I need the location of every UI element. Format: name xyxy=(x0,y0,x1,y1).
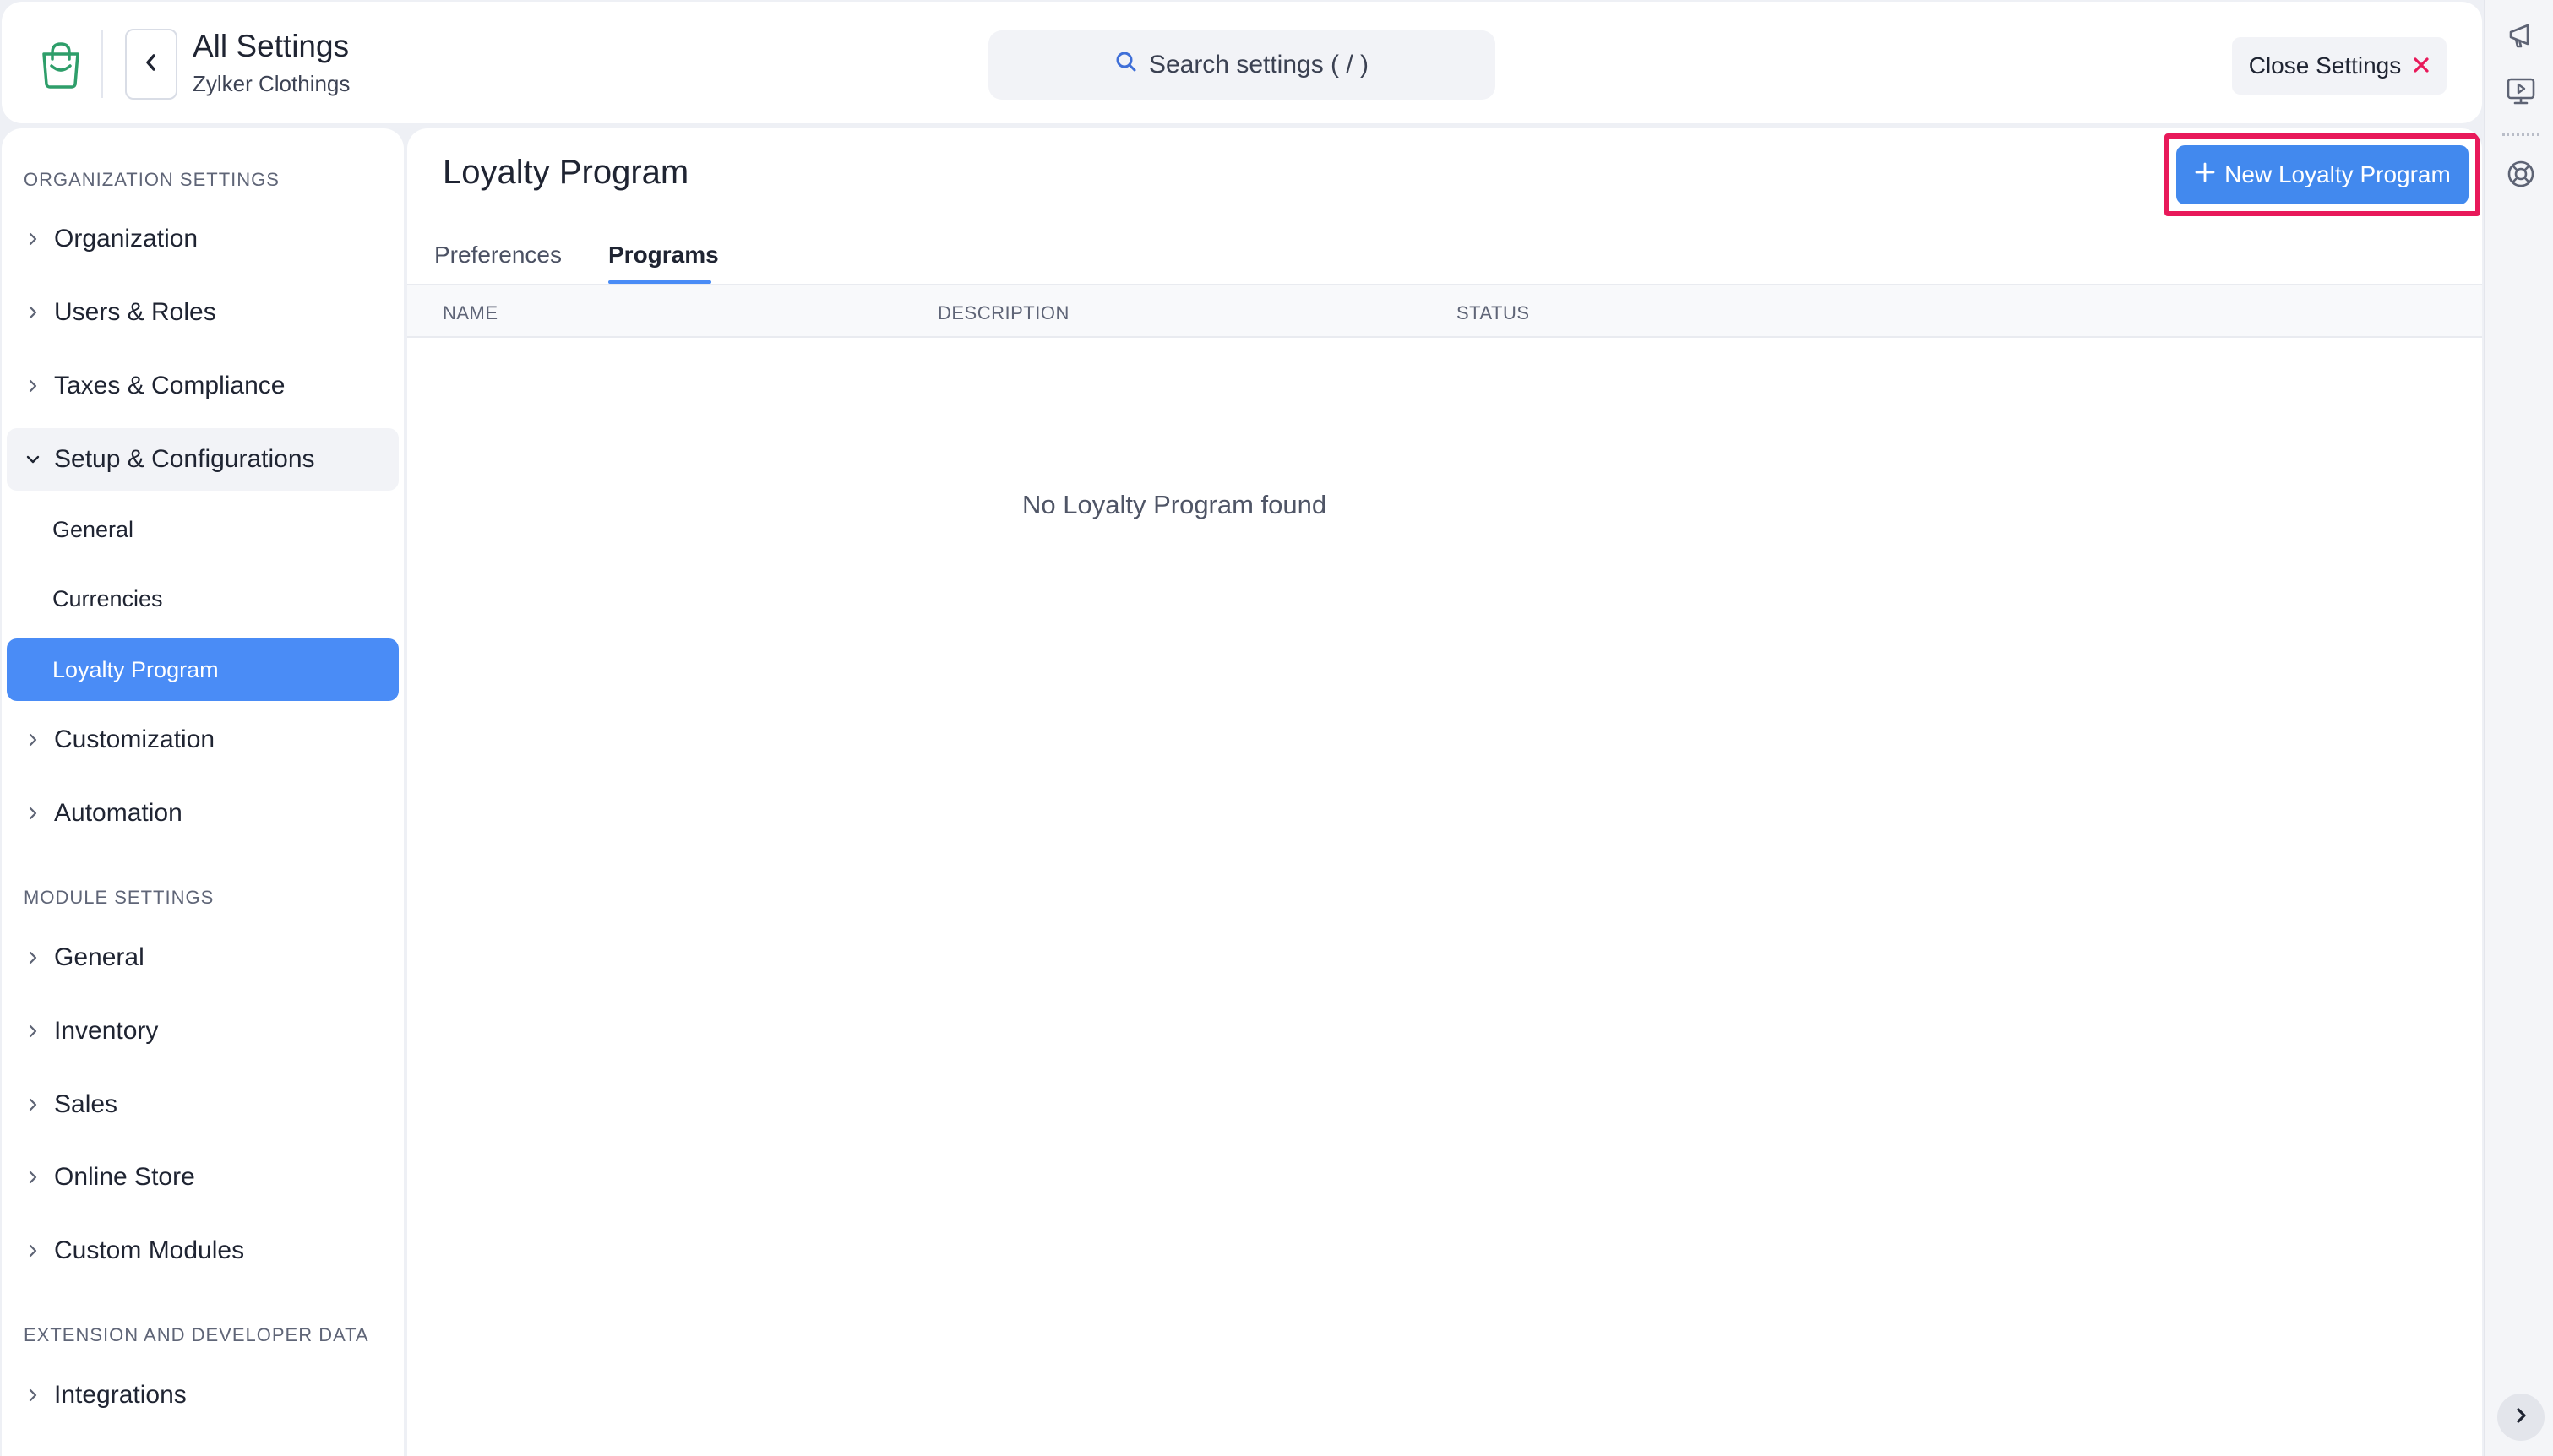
sidebar-item-label: Organization xyxy=(54,225,199,253)
column-header-status[interactable]: STATUS xyxy=(1456,302,1530,324)
chevron-down-icon xyxy=(7,452,54,467)
chevron-right-icon xyxy=(7,1170,54,1185)
column-header-description[interactable]: DESCRIPTION xyxy=(938,302,1070,324)
sidebar-item-label: Sales xyxy=(54,1090,118,1118)
chevron-right-icon xyxy=(7,806,54,821)
chevron-right-icon xyxy=(2515,1407,2527,1428)
top-header: All Settings Zylker Clothings Search set… xyxy=(2,2,2482,123)
main-content: Loyalty Program New Loyalty Program Pref… xyxy=(407,128,2482,1456)
sidebar-item-label: Customization xyxy=(54,725,215,753)
sidebar-item-customization[interactable]: Customization xyxy=(7,709,399,771)
section-heading-organization: ORGANIZATION SETTINGS xyxy=(24,169,280,190)
rail-divider xyxy=(2502,133,2539,136)
close-settings-button[interactable]: Close Settings xyxy=(2232,37,2447,95)
sidebar-item-label: Users & Roles xyxy=(54,298,216,326)
page-title: Loyalty Program xyxy=(443,154,689,191)
sidebar-item-taxes-compliance[interactable]: Taxes & Compliance xyxy=(7,355,399,417)
sidebar-item-label: Setup & Configurations xyxy=(54,445,315,473)
search-input[interactable]: Search settings ( / ) xyxy=(988,30,1495,100)
sidebar-item-integrations[interactable]: Integrations xyxy=(7,1364,399,1426)
chevron-right-icon xyxy=(7,1097,54,1112)
back-button[interactable] xyxy=(125,29,177,100)
new-loyalty-program-button[interactable]: New Loyalty Program xyxy=(2176,145,2469,204)
sidebar-subitem-currencies[interactable]: Currencies xyxy=(7,568,399,630)
sidebar-item-label: General xyxy=(54,943,144,971)
sidebar-item-online-store[interactable]: Online Store xyxy=(7,1146,399,1209)
video-tutorial-icon[interactable] xyxy=(2504,74,2538,108)
expand-rail-button[interactable] xyxy=(2497,1394,2545,1441)
chevron-right-icon xyxy=(7,305,54,320)
announcement-icon[interactable] xyxy=(2504,19,2538,52)
sidebar-item-users-roles[interactable]: Users & Roles xyxy=(7,281,399,344)
sidebar-item-custom-modules[interactable]: Custom Modules xyxy=(7,1220,399,1282)
sidebar-item-label: Automation xyxy=(54,799,182,827)
close-settings-label: Close Settings xyxy=(2248,52,2402,79)
sidebar-item-module-general[interactable]: General xyxy=(7,926,399,989)
close-icon xyxy=(2413,52,2430,79)
organization-name: Zylker Clothings xyxy=(193,71,351,96)
chevron-right-icon xyxy=(7,732,54,747)
settings-title: All Settings xyxy=(193,29,350,63)
sidebar-item-organization[interactable]: Organization xyxy=(7,208,399,270)
sidebar-subitem-loyalty-program[interactable]: Loyalty Program xyxy=(7,638,399,701)
tab-preferences[interactable]: Preferences xyxy=(434,242,562,269)
sidebar-item-sales[interactable]: Sales xyxy=(7,1073,399,1136)
sidebar-item-inventory[interactable]: Inventory xyxy=(7,1000,399,1062)
table-header: NAME DESCRIPTION STATUS xyxy=(407,285,2482,338)
sidebar-item-label: Online Store xyxy=(54,1163,195,1191)
sidebar-item-label: Custom Modules xyxy=(54,1236,245,1264)
header-divider xyxy=(101,30,103,98)
sidebar-item-label: Inventory xyxy=(54,1017,159,1045)
chevron-right-icon xyxy=(7,1388,54,1403)
sidebar-item-label: Taxes & Compliance xyxy=(54,372,286,399)
tab-programs[interactable]: Programs xyxy=(608,242,719,269)
plus-icon xyxy=(2194,161,2216,189)
new-loyalty-program-label: New Loyalty Program xyxy=(2224,161,2451,187)
settings-sidebar: ORGANIZATION SETTINGS Organization Users… xyxy=(2,128,404,1456)
chevron-right-icon xyxy=(7,231,54,247)
sidebar-item-setup-configurations[interactable]: Setup & Configurations xyxy=(7,428,399,491)
chevron-right-icon xyxy=(7,950,54,965)
sidebar-item-automation[interactable]: Automation xyxy=(7,782,399,845)
chevron-right-icon xyxy=(7,378,54,394)
chevron-right-icon xyxy=(7,1024,54,1039)
column-header-name[interactable]: NAME xyxy=(443,302,498,324)
search-icon xyxy=(1115,51,1137,79)
right-rail xyxy=(2484,0,2553,1456)
empty-state-message: No Loyalty Program found xyxy=(1022,490,1327,519)
section-heading-extension: EXTENSION AND DEVELOPER DATA xyxy=(24,1324,369,1345)
sidebar-subitem-general[interactable]: General xyxy=(7,498,399,561)
sidebar-item-label: Integrations xyxy=(54,1381,187,1409)
search-placeholder: Search settings ( / ) xyxy=(1148,51,1369,79)
section-heading-module: MODULE SETTINGS xyxy=(24,887,215,908)
chevron-left-icon xyxy=(144,53,158,76)
shopping-bag-icon[interactable] xyxy=(37,41,84,90)
settings-app: All Settings Zylker Clothings Search set… xyxy=(0,0,2553,1456)
chevron-right-icon xyxy=(7,1243,54,1258)
support-icon[interactable] xyxy=(2504,157,2538,191)
